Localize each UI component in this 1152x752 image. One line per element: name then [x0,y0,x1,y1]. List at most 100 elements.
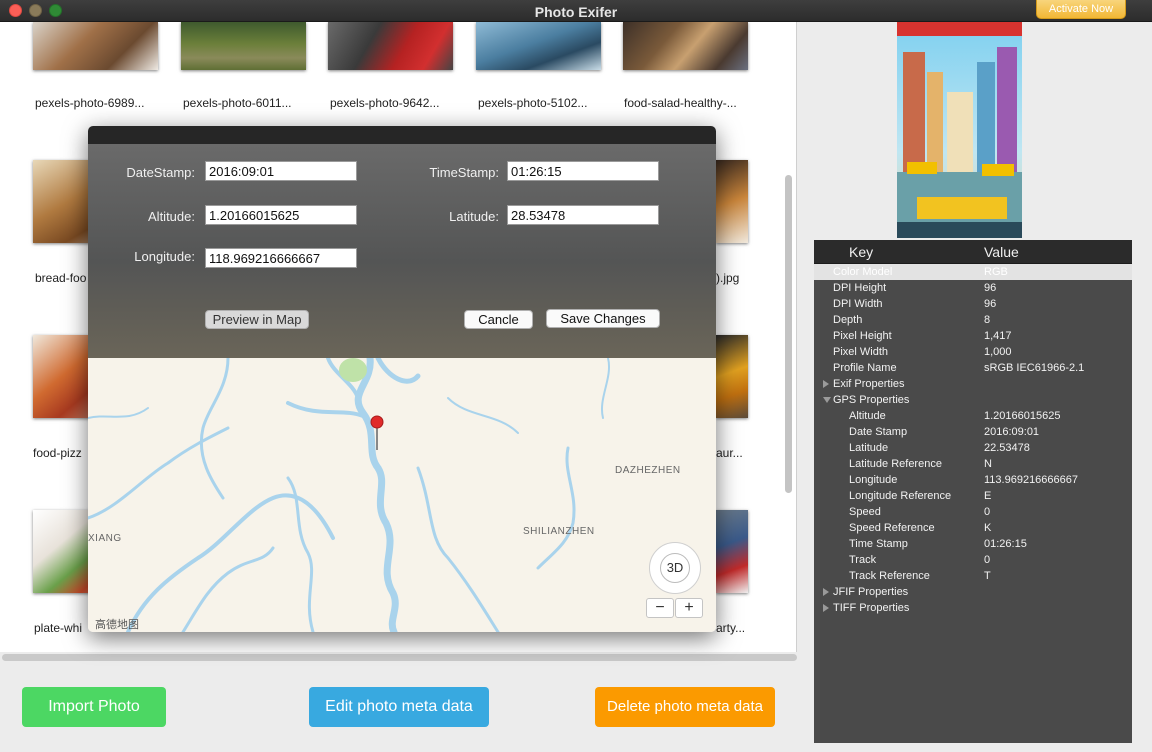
metadata-row[interactable]: Latitude Reference N [814,456,1132,472]
metadata-row[interactable]: Date Stamp 2016:09:01 [814,424,1132,440]
metadata-value: 22.53478 [984,442,1030,454]
metadata-row[interactable]: Pixel Width 1,000 [814,344,1132,360]
datestamp-field[interactable] [205,161,357,181]
metadata-row[interactable]: Track Reference T [814,568,1132,584]
map-rivers [88,358,610,632]
disclosure-collapsed-icon[interactable] [823,380,829,388]
title-bar: Photo Exifer Activate Now [0,0,1152,22]
photo-thumbnail[interactable] [623,22,748,70]
metadata-value: 0 [984,506,991,518]
photo-thumbnail[interactable] [476,22,601,70]
metadata-key: Date Stamp [849,426,908,438]
metadata-key: Latitude [849,442,889,454]
metadata-row[interactable]: Pixel Height 1,417 [814,328,1132,344]
value-column-header[interactable]: Value [984,244,1019,260]
metadata-value: E [984,490,992,502]
metadata-value: 1,417 [984,330,1012,342]
photo-thumbnail[interactable] [181,22,306,70]
dialog-form: DateStamp: TimeStamp: Altitude: Latitude… [88,144,716,358]
dialog-title-bar [88,126,716,144]
metadata-row[interactable]: DPI Height 96 [814,280,1132,296]
metadata-group-row[interactable]: JFIF Properties [814,584,1132,600]
gallery-vertical-scrollbar[interactable] [785,175,792,493]
metadata-row[interactable]: Speed 0 [814,504,1132,520]
edit-meta-data-button[interactable]: Edit photo meta data [309,687,489,727]
metadata-key: Speed [849,506,881,518]
photo-caption: pexels-photo-6011... [183,96,292,110]
metadata-value: 8 [984,314,991,326]
metadata-key: Pixel Height [833,330,892,342]
disclosure-collapsed-icon[interactable] [823,604,829,612]
photo-caption: pexels-photo-9642... [330,96,440,110]
metadata-rows: Color Model RGB DPI Height 96 DPI Width 96 Dep… [814,264,1132,616]
metadata-value: 1,000 [984,346,1012,358]
photo-caption: food-salad-healthy-... [624,96,737,110]
metadata-row[interactable]: Speed Reference K [814,520,1132,536]
metadata-group-row[interactable]: Exif Properties [814,376,1132,392]
longitude-label: Longitude: [134,249,195,264]
metadata-row[interactable]: Time Stamp 01:26:15 [814,536,1132,552]
datestamp-label: DateStamp: [126,165,195,180]
metadata-row[interactable]: Longitude 113.969216666667 [814,472,1132,488]
photo-thumbnail[interactable] [33,22,158,70]
metadata-row[interactable]: Longitude Reference E [814,488,1132,504]
map-attribution: 高德地图 [95,619,139,631]
activate-now-button[interactable]: Activate Now [1036,0,1126,19]
disclosure-expanded-icon[interactable] [823,397,831,403]
metadata-key: Latitude Reference [849,458,942,470]
metadata-group-row[interactable]: TIFF Properties [814,600,1132,616]
metadata-key: Altitude [849,410,886,422]
metadata-key: Longitude Reference [849,490,952,502]
metadata-row[interactable]: Depth 8 [814,312,1132,328]
metadata-key: JFIF Properties [833,586,909,598]
metadata-key: Longitude [849,474,898,486]
photo-thumbnail[interactable] [716,510,748,593]
import-photo-button[interactable]: Import Photo [22,687,166,727]
metadata-value: K [984,522,992,534]
photo-caption: ).jpg [716,271,740,285]
metadata-value: 01:26:15 [984,538,1027,550]
metadata-row[interactable]: Color Model RGB [814,264,1132,280]
photo-thumbnail[interactable] [716,335,748,418]
compass-3d-control[interactable]: 3D [649,542,701,594]
photo-caption: aur... [716,446,743,460]
metadata-table[interactable]: Key Value Color Model RGB DPI Height 96 DPI … [814,240,1132,743]
photo-caption: pexels-photo-5102... [478,96,588,110]
preview-in-map-button[interactable]: Preview in Map [205,310,309,329]
metadata-row[interactable]: Latitude 22.53478 [814,440,1132,456]
zoom-in-button[interactable]: + [675,598,703,618]
metadata-row[interactable]: DPI Width 96 [814,296,1132,312]
key-column-header[interactable]: Key [849,244,873,260]
metadata-key: Exif Properties [833,378,905,390]
disclosure-collapsed-icon[interactable] [823,588,829,596]
metadata-header: Key Value [814,240,1132,264]
metadata-value: 96 [984,282,997,294]
metadata-row[interactable]: Profile Name sRGB IEC61966-2.1 [814,360,1132,376]
metadata-row[interactable]: Altitude 1.20166015625 [814,408,1132,424]
metadata-value: sRGB IEC61966-2.1 [984,362,1085,374]
metadata-key: DPI Height [833,282,887,294]
altitude-field[interactable] [205,205,357,225]
metadata-key: TIFF Properties [833,602,910,614]
photo-thumbnail[interactable] [328,22,453,70]
save-changes-button[interactable]: Save Changes [546,309,660,328]
timestamp-field[interactable] [507,161,659,181]
metadata-key: Depth [833,314,863,326]
metadata-value: 2016:09:01 [984,426,1040,438]
zoom-out-button[interactable]: − [646,598,674,618]
latitude-field[interactable] [507,205,659,225]
metadata-group-row[interactable]: GPS Properties [814,392,1132,408]
metadata-key: Time Stamp [849,538,908,550]
edit-meta-dialog: DateStamp: TimeStamp: Altitude: Latitude… [88,126,716,632]
photo-caption: arty... [716,621,746,635]
altitude-label: Altitude: [148,209,195,224]
gallery-horizontal-scrollbar[interactable] [2,654,797,661]
longitude-field[interactable] [205,248,357,268]
latitude-label: Latitude: [449,209,499,224]
timestamp-label: TimeStamp: [429,165,499,180]
metadata-row[interactable]: Track 0 [814,552,1132,568]
photo-thumbnail[interactable] [716,160,748,243]
cancel-button[interactable]: Cancle [464,310,533,329]
map-view[interactable]: DAZHEZHEN SHILIANZHEN XIANG 3D − + 高德地图 [88,358,716,632]
delete-meta-data-button[interactable]: Delete photo meta data [595,687,775,727]
